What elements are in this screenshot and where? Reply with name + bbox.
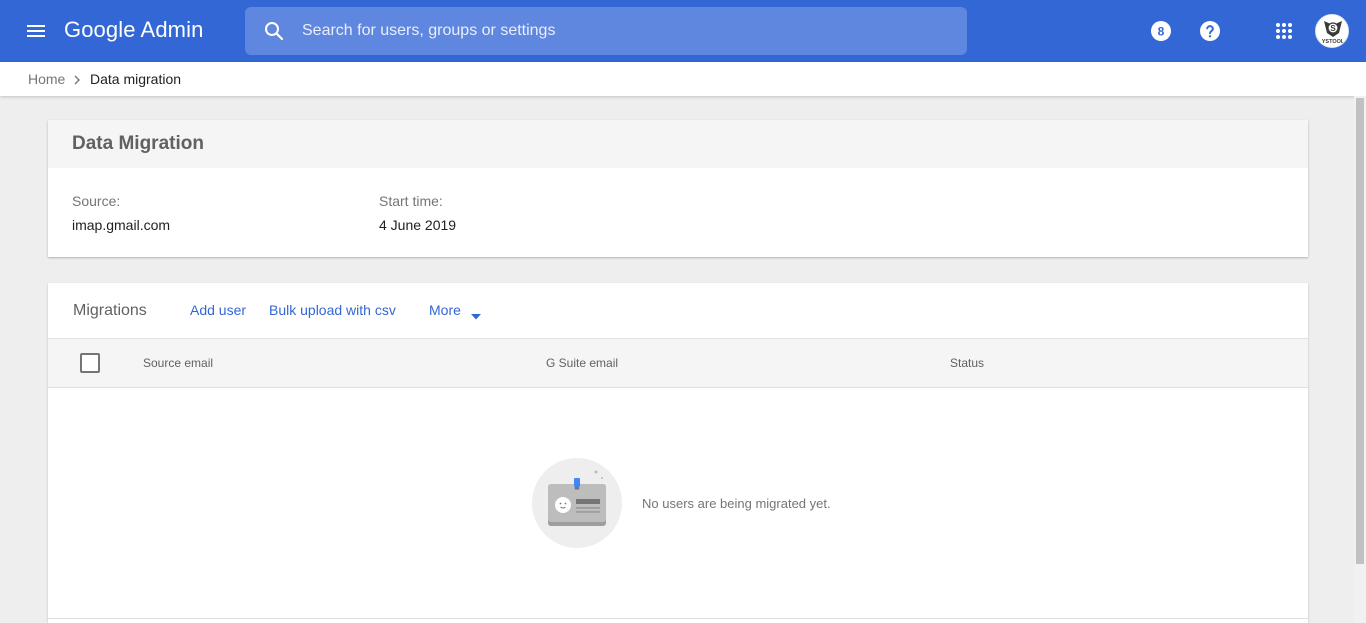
start-time-value: 4 June 2019	[379, 217, 457, 233]
divider	[48, 618, 1308, 619]
account-avatar[interactable]: S YSTOOL	[1315, 14, 1349, 48]
page-scrollbar[interactable]	[1354, 96, 1366, 623]
start-time-label: Start time:	[379, 193, 443, 209]
notification-count: 8	[1158, 25, 1165, 39]
more-menu-button[interactable]: More	[429, 302, 461, 318]
info-card-header: Data Migration	[48, 120, 1308, 168]
migrations-title: Migrations	[73, 302, 147, 319]
avatar-text: YSTOOL	[1322, 39, 1345, 45]
menu-icon[interactable]	[24, 19, 48, 43]
apps-grid-icon[interactable]	[1272, 19, 1296, 43]
svg-text:S: S	[1330, 24, 1336, 33]
help-icon[interactable]	[1198, 19, 1222, 43]
chevron-right-icon	[72, 73, 82, 85]
empty-state-message: No users are being migrated yet.	[642, 496, 831, 511]
scrollbar-thumb[interactable]	[1356, 98, 1364, 564]
column-status[interactable]: Status	[950, 356, 984, 370]
page-title: Data Migration	[72, 133, 204, 154]
column-source-email[interactable]: Source email	[143, 356, 213, 370]
bulk-upload-button[interactable]: Bulk upload with csv	[269, 302, 396, 318]
column-gsuite-email[interactable]: G Suite email	[546, 356, 618, 370]
breadcrumb: Home Data migration	[0, 62, 1366, 96]
app-title[interactable]: Google Admin	[64, 17, 203, 43]
empty-state-illustration	[532, 458, 622, 548]
table-header: Source email G Suite email Status	[48, 338, 1308, 388]
source-value: imap.gmail.com	[72, 217, 171, 233]
migration-info-card: Data Migration Source: imap.gmail.com St…	[48, 120, 1308, 257]
search-icon[interactable]	[262, 19, 286, 43]
dropdown-caret-icon[interactable]	[471, 307, 481, 320]
select-all-checkbox[interactable]	[80, 353, 100, 373]
notifications-count-icon[interactable]: 8	[1149, 19, 1173, 43]
search-input[interactable]	[302, 7, 942, 55]
top-app-bar: Google Admin 8 S YSTOOL	[0, 0, 1366, 62]
breadcrumb-current: Data migration	[90, 71, 182, 87]
add-user-button[interactable]: Add user	[190, 302, 246, 318]
source-label: Source:	[72, 193, 121, 209]
search-bar[interactable]	[245, 7, 967, 55]
migrations-card: Migrations Add user Bulk upload with csv…	[48, 283, 1308, 623]
breadcrumb-home[interactable]: Home	[28, 71, 65, 87]
